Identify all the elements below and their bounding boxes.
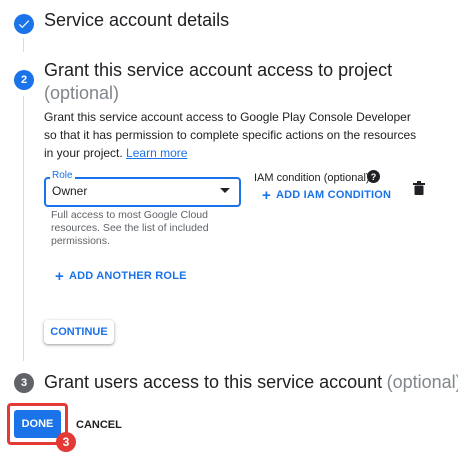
done-button[interactable]: DONE — [14, 410, 61, 438]
continue-button[interactable]: CONTINUE — [44, 320, 114, 344]
step-connector-line — [23, 96, 24, 361]
delete-role-trash-icon[interactable] — [413, 181, 425, 200]
plus-icon: + — [55, 267, 64, 285]
step-3-number-badge: 3 — [14, 373, 34, 393]
role-description-hint: Full access to most Google Cloud resourc… — [51, 209, 209, 247]
cancel-button[interactable]: CANCEL — [76, 419, 122, 431]
role-select-label: Role — [50, 170, 75, 181]
step-1-complete-check-icon — [14, 14, 34, 34]
help-icon[interactable]: ? — [367, 170, 380, 183]
plus-icon: + — [262, 186, 271, 204]
iam-condition-title: IAM condition (optional) — [254, 172, 370, 184]
step-1-title[interactable]: Service account details — [44, 10, 229, 31]
role-selected-value: Owner — [52, 184, 88, 198]
add-another-role-button[interactable]: + ADD ANOTHER ROLE — [55, 267, 187, 285]
add-iam-condition-button[interactable]: + ADD IAM CONDITION — [262, 186, 392, 204]
dropdown-caret-icon — [220, 188, 230, 193]
step-3-heading[interactable]: Grant users access to this service accou… — [44, 372, 458, 393]
step-2-number-badge: 2 — [14, 70, 34, 90]
step-connector-line — [23, 38, 24, 52]
step-2-title: Grant this service account access to pro… — [44, 60, 393, 80]
add-iam-condition-label: ADD IAM CONDITION — [275, 189, 392, 201]
step-3-title: Grant users access to this service accou… — [44, 372, 383, 392]
step-2-optional-label: (optional) — [44, 83, 120, 103]
step-2-description: Grant this service account access to Goo… — [44, 108, 424, 162]
add-another-role-label: ADD ANOTHER ROLE — [68, 270, 187, 282]
description-text: Grant this service account access to Goo… — [44, 110, 417, 160]
learn-more-link[interactable]: Learn more — [126, 146, 187, 160]
step-3-optional-label: (optional) — [386, 372, 458, 392]
annotation-step-badge: 3 — [56, 432, 76, 452]
